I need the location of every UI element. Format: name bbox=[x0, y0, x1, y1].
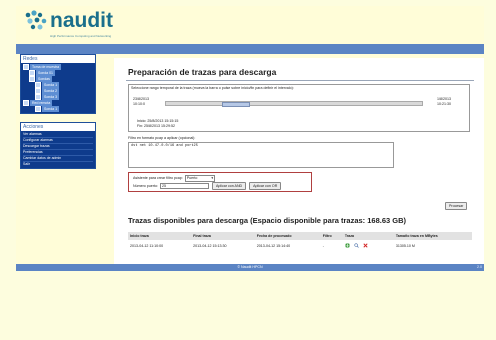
cell-inicio: 2013-04-12 11:10:00 bbox=[130, 243, 164, 248]
range-start-time: 10:10:0 bbox=[133, 101, 145, 106]
downloads-table: Inicio traza Final traza Fecha de proces… bbox=[128, 232, 472, 251]
inicio-label: Inicio: bbox=[137, 119, 147, 123]
page-title: Preparación de trazas para descarga bbox=[128, 67, 277, 77]
filter-type-value: Puerto bbox=[186, 176, 198, 180]
time-slider-selection[interactable] bbox=[222, 102, 250, 107]
delete-icon[interactable] bbox=[363, 243, 368, 248]
col-header: Final traza bbox=[191, 232, 255, 240]
apply-or-button[interactable]: Aplicar con OR bbox=[249, 182, 282, 190]
assistant-row-2: Número puerto: 25 Aplicar con AND Aplica… bbox=[133, 182, 282, 190]
filter-type-select[interactable]: Puerto ▾ bbox=[184, 175, 216, 182]
assistant-label: Asistente para crear filtro pcap: bbox=[133, 176, 183, 181]
range-start-link[interactable]: 23/8/2013 10:10:0 bbox=[133, 97, 149, 106]
time-slider[interactable] bbox=[165, 101, 423, 107]
redes-tree: Toma de muestra Sonda 01 Sondas Sonda 1 … bbox=[21, 63, 95, 113]
fin-label: Fin: bbox=[137, 124, 143, 128]
main-content: Preparación de trazas para descarga Sele… bbox=[114, 58, 484, 264]
logo-wordmark: naudit bbox=[50, 9, 113, 32]
menu-item-salir[interactable]: Salir bbox=[23, 162, 93, 167]
procesar-button[interactable]: Procesar bbox=[445, 202, 468, 210]
downloads-title: Trazas disponibles para descarga (Espaci… bbox=[128, 216, 407, 225]
range-end-date: 1/8/2013 bbox=[437, 97, 451, 101]
footer: © Naudit HPCN 2.0 bbox=[16, 264, 484, 271]
cell-final: 2013-04-12 15:13:30 bbox=[193, 243, 227, 248]
sidebar: Redes Toma de muestra Sonda 01 Sondas So… bbox=[20, 54, 96, 173]
tree-item[interactable]: Sonda 1 bbox=[23, 106, 93, 112]
top-bar bbox=[16, 44, 484, 54]
col-header: Traza bbox=[342, 232, 394, 240]
time-range-title: Seleccione rango temporal de la traza (m… bbox=[131, 86, 294, 90]
footer-copyright: © Naudit HPCN bbox=[237, 265, 263, 269]
col-header: Inicio traza bbox=[128, 232, 192, 240]
range-end-time: 10:21:30 bbox=[437, 101, 451, 106]
app-frame: naudit High Performance Computing and Ne… bbox=[16, 6, 484, 271]
inicio-value: 25/8/2013 15:15:15 bbox=[147, 119, 179, 123]
fin-value: 25/8/2013 15:29:52 bbox=[144, 124, 175, 128]
folder-icon bbox=[23, 100, 29, 106]
redes-panel: Redes Toma de muestra Sonda 01 Sondas So… bbox=[20, 54, 96, 114]
col-header: Tamaño traza en MBytes bbox=[393, 232, 472, 240]
logo-tagline: High Performance Computing and Networkin… bbox=[50, 34, 112, 38]
col-header: Filtro bbox=[320, 232, 343, 240]
logo-icon bbox=[25, 10, 47, 30]
acciones-panel: Acciones Ver alarmas Configurar alarmas … bbox=[20, 122, 96, 169]
footer-version: 2.0 bbox=[477, 265, 482, 269]
cell-procesado: 2013-04-12 15:14:40 bbox=[256, 243, 291, 248]
acciones-menu: Ver alarmas Configurar alarmas Descargar… bbox=[21, 131, 95, 168]
range-end-link[interactable]: 1/8/2013 10:21:30 bbox=[437, 97, 451, 106]
range-start-date: 23/8/2013 bbox=[133, 97, 149, 101]
time-range-box: Seleccione rango temporal de la traza (m… bbox=[128, 84, 470, 132]
apply-and-button[interactable]: Aplicar con AND bbox=[211, 182, 247, 190]
port-number-input[interactable]: 25 bbox=[159, 182, 209, 190]
redes-panel-title: Redes bbox=[21, 55, 95, 63]
divider bbox=[126, 80, 474, 81]
acciones-panel-title: Acciones bbox=[21, 123, 95, 131]
assistant-row-1: Asistente para crear filtro pcap: Puerto… bbox=[133, 175, 216, 182]
table-row: 2013-04-12 11:10:00 2013-04-12 15:13:30 … bbox=[128, 240, 472, 251]
chevron-down-icon: ▾ bbox=[211, 176, 214, 180]
header: naudit High Performance Computing and Ne… bbox=[16, 6, 484, 42]
cell-size: 31305.10 M bbox=[395, 243, 415, 248]
cell-filtro: - bbox=[322, 243, 324, 248]
pcap-filter-textarea[interactable]: dst net 10.47.0.0/16 and port25 bbox=[128, 142, 394, 168]
range-info: Inicio: 25/8/2013 15:15:15 Fin: 25/8/201… bbox=[137, 119, 178, 129]
download-icon[interactable] bbox=[345, 243, 350, 248]
probe-icon bbox=[35, 106, 41, 112]
cell-actions bbox=[343, 240, 394, 251]
col-header: Fecha de procesado bbox=[254, 232, 321, 240]
filter-assistant: Asistente para crear filtro pcap: Puerto… bbox=[128, 172, 312, 192]
table-header-row: Inicio traza Final traza Fecha de proces… bbox=[128, 232, 472, 240]
magnifier-icon[interactable] bbox=[354, 243, 359, 248]
filter-label: Filtro en formato pcap a aplicar (opcion… bbox=[128, 136, 196, 140]
port-number-label: Número puerto: bbox=[133, 184, 158, 188]
